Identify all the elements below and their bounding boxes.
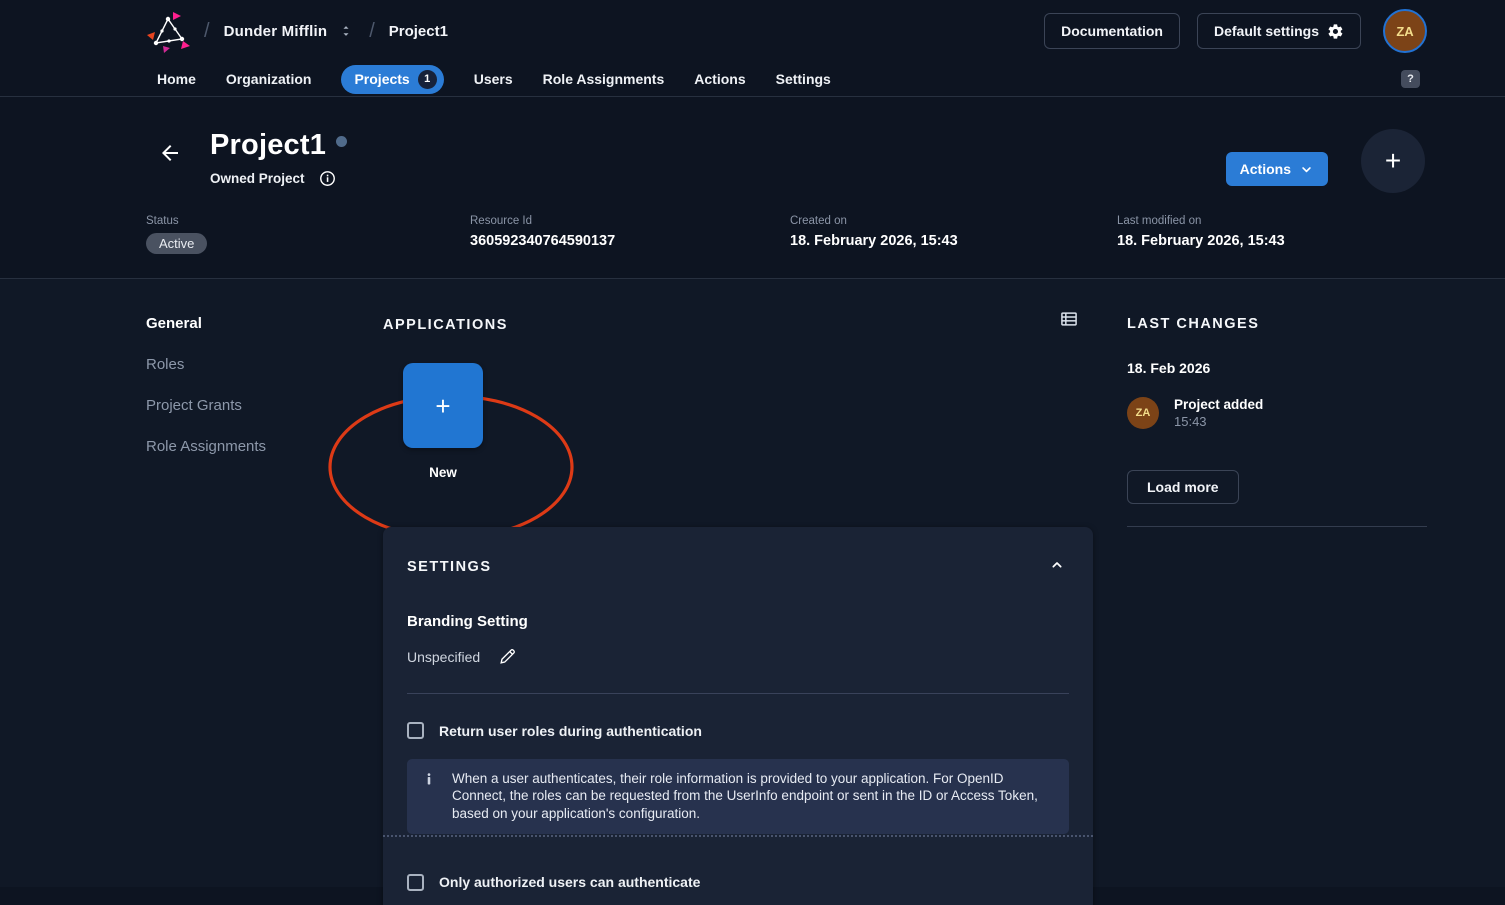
- info-icon: [422, 772, 436, 786]
- last-changes-panel: LAST CHANGES 18. Feb 2026 ZA Project add…: [1127, 316, 1427, 527]
- tab-home[interactable]: Home: [157, 71, 196, 87]
- add-button[interactable]: +: [1361, 129, 1425, 193]
- event-time: 15:43: [1174, 414, 1263, 429]
- zitadel-logo-icon[interactable]: [146, 8, 190, 54]
- roles-info-box: When a user authenticates, their role in…: [407, 759, 1069, 834]
- panel-divider: [1127, 526, 1427, 527]
- top-bar: / Dunder Mifflin / Project1 Documentatio…: [0, 0, 1505, 62]
- table-view-icon: [1059, 309, 1079, 329]
- created-on-value: 18. February 2026, 15:43: [790, 233, 1117, 249]
- settings-title: SETTINGS: [407, 559, 492, 575]
- chevron-up-icon: [1049, 557, 1065, 573]
- branding-setting-value: Unspecified: [407, 649, 480, 665]
- main-column: APPLICATIONS + New SETTINGS: [383, 309, 1093, 533]
- help-button[interactable]: ?: [1401, 70, 1420, 88]
- change-event: ZA Project added 15:43: [1127, 397, 1427, 429]
- unfold-more-icon: [337, 22, 355, 40]
- settings-card: SETTINGS Branding Setting Unspecified Re…: [383, 527, 1093, 905]
- sidebar-item-roles[interactable]: Roles: [146, 357, 266, 373]
- project-avatar-dot: [336, 136, 347, 147]
- applications-grid: + New: [383, 363, 1093, 533]
- default-settings-button[interactable]: Default settings: [1197, 13, 1361, 49]
- project-side-nav: General Roles Project Grants Role Assign…: [146, 316, 266, 480]
- last-modified-label: Last modified on: [1117, 215, 1425, 227]
- main-nav: Home Organization Projects 1 Users Role …: [0, 62, 1505, 97]
- status-badge: Active: [146, 233, 207, 254]
- documentation-button[interactable]: Documentation: [1044, 13, 1180, 49]
- tab-organization[interactable]: Organization: [226, 71, 312, 87]
- tab-settings[interactable]: Settings: [776, 71, 831, 87]
- roles-info-text: When a user authenticates, their role in…: [452, 771, 1038, 821]
- tab-role-assignments[interactable]: Role Assignments: [543, 71, 665, 87]
- info-icon[interactable]: [319, 170, 336, 187]
- projects-count-badge: 1: [418, 70, 437, 89]
- return-roles-label: Return user roles during authentication: [439, 723, 702, 739]
- org-switcher-button[interactable]: [337, 22, 355, 40]
- resource-id-value: 360592340764590137: [470, 233, 790, 249]
- project-type-label: Owned Project: [210, 171, 305, 186]
- pencil-icon: [498, 647, 517, 666]
- arrow-left-icon: [158, 141, 182, 165]
- card-divider: [407, 693, 1069, 694]
- last-modified-value: 18. February 2026, 15:43: [1117, 233, 1425, 249]
- event-action: Project added: [1174, 397, 1263, 412]
- gear-icon: [1327, 23, 1344, 40]
- zitadel-console: / Dunder Mifflin / Project1 Documentatio…: [0, 0, 1505, 905]
- authorized-users-checkbox[interactable]: [407, 874, 424, 891]
- topbar-actions: Documentation Default settings ZA: [1044, 9, 1427, 53]
- authorized-users-checkbox-row[interactable]: Only authorized users can authenticate: [407, 874, 1069, 891]
- branding-setting-label: Branding Setting: [407, 613, 1069, 630]
- sidebar-item-role-assignments[interactable]: Role Assignments: [146, 439, 266, 455]
- dotted-divider: [383, 835, 1093, 837]
- tab-users[interactable]: Users: [474, 71, 513, 87]
- breadcrumb-project[interactable]: Project1: [389, 23, 448, 40]
- edit-branding-button[interactable]: [498, 647, 517, 666]
- resource-id-label: Resource Id: [470, 215, 790, 227]
- project-header: Project1 Owned Project Actions + Status: [0, 97, 1505, 279]
- new-application-label: New: [403, 465, 483, 480]
- created-on-label: Created on: [790, 215, 1117, 227]
- last-changes-title: LAST CHANGES: [1127, 316, 1427, 332]
- collapse-settings-button[interactable]: [1045, 557, 1069, 576]
- actions-dropdown-button[interactable]: Actions: [1226, 152, 1328, 186]
- return-roles-checkbox-row[interactable]: Return user roles during authentication: [407, 722, 1069, 739]
- new-application-card: + New: [403, 363, 483, 480]
- new-application-button[interactable]: +: [403, 363, 483, 448]
- chevron-down-icon: [1299, 162, 1314, 177]
- load-more-button[interactable]: Load more: [1127, 470, 1239, 504]
- status-label: Status: [146, 215, 470, 227]
- content-area: General Roles Project Grants Role Assign…: [0, 279, 1505, 887]
- tab-actions[interactable]: Actions: [694, 71, 745, 87]
- return-roles-checkbox[interactable]: [407, 722, 424, 739]
- tab-projects[interactable]: Projects 1: [341, 65, 443, 94]
- back-button[interactable]: [158, 141, 182, 168]
- user-avatar[interactable]: ZA: [1383, 9, 1427, 53]
- project-meta: Status Active Resource Id 36059234076459…: [0, 193, 1505, 254]
- sidebar-item-general[interactable]: General: [146, 316, 266, 332]
- list-view-toggle-button[interactable]: [1059, 309, 1079, 332]
- page-title: Project1: [210, 129, 326, 162]
- event-avatar: ZA: [1127, 397, 1159, 429]
- breadcrumb-separator: /: [204, 20, 210, 43]
- applications-title: APPLICATIONS: [383, 317, 508, 333]
- sidebar-item-project-grants[interactable]: Project Grants: [146, 398, 266, 414]
- changes-date: 18. Feb 2026: [1127, 360, 1427, 376]
- authorized-users-label: Only authorized users can authenticate: [439, 874, 700, 890]
- org-selector-label[interactable]: Dunder Mifflin: [224, 23, 328, 40]
- breadcrumb-separator: /: [369, 20, 375, 43]
